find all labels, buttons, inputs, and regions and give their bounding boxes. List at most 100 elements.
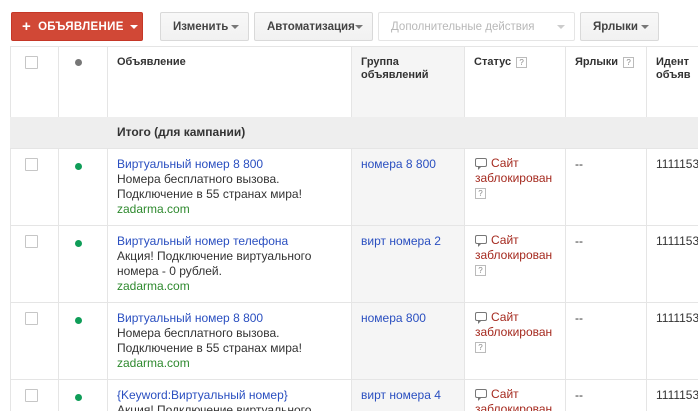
status-line1: Сайт (491, 387, 519, 401)
ad-cell: {Keyword:Виртуальный номер} Акция! Подкл… (117, 388, 357, 411)
enabled-status-dot-icon[interactable] (75, 240, 82, 247)
enabled-status-dot-icon[interactable] (75, 394, 82, 401)
header-labels[interactable]: Ярлыки ? (575, 56, 635, 69)
total-label: Итого (для кампании) (117, 125, 246, 139)
row-checkbox[interactable] (25, 312, 38, 325)
chevron-down-icon (129, 24, 138, 29)
column-status-dot (58, 47, 107, 411)
chevron-down-icon (231, 25, 239, 29)
ads-table: Объявление Группа объявлений Статус ? Яр… (10, 46, 698, 411)
comment-icon[interactable] (475, 158, 487, 170)
comment-icon[interactable] (475, 235, 487, 247)
column-ad-group (351, 47, 464, 411)
help-icon[interactable]: ? (475, 265, 486, 276)
row-checkbox[interactable] (25, 158, 38, 171)
labels-button[interactable]: Ярлыки (580, 12, 659, 41)
column-checkbox (10, 47, 58, 411)
row-divider (10, 379, 698, 380)
header-labels-label: Ярлыки (575, 56, 619, 68)
total-row (10, 117, 698, 149)
ad-description-line1: Акция! Подключение виртуального (117, 249, 312, 263)
status-line2: заблокирован (475, 325, 553, 339)
ad-display-url: zadarma.com (117, 202, 190, 216)
status-filter-dot-icon[interactable] (75, 59, 82, 66)
ad-group-link[interactable]: номера 8 800 (361, 157, 436, 171)
more-actions-label: Дополнительные действия (391, 20, 535, 33)
header-ad-group-line1: Группа (361, 56, 399, 68)
edit-label: Изменить (173, 20, 229, 33)
help-icon[interactable]: ? (623, 56, 635, 68)
more-actions-button[interactable]: Дополнительные действия (378, 12, 575, 41)
ad-display-url: zadarma.com (117, 279, 190, 293)
row-divider (10, 225, 698, 226)
ad-id: 1111153 (656, 388, 698, 402)
status-line1: Сайт (491, 233, 519, 247)
labels-value: -- (575, 234, 583, 248)
ad-description-line2: Подключение в 55 странах мира! (117, 341, 302, 355)
header-ad-group[interactable]: Группа объявлений (361, 56, 429, 82)
labels-value: -- (575, 157, 583, 171)
ad-group-link[interactable]: вирт номера 2 (361, 234, 441, 248)
ad-description-line1: Номера бесплатного вызова. (117, 172, 280, 186)
ad-title-link[interactable]: Виртуальный номер телефона (117, 234, 357, 249)
help-icon[interactable]: ? (516, 56, 528, 68)
status-line1: Сайт (491, 156, 519, 170)
status-cell: Сайт заблокирован ? (475, 233, 571, 276)
chevron-down-icon (641, 25, 649, 29)
enabled-status-dot-icon[interactable] (75, 163, 82, 170)
row-checkbox[interactable] (25, 235, 38, 248)
ad-description-line1: Номера бесплатного вызова. (117, 326, 280, 340)
ad-title-link[interactable]: {Keyword:Виртуальный номер} (117, 388, 357, 403)
header-ad-group-line2: объявлений (361, 69, 429, 81)
header-id-line2: объяв (656, 69, 691, 81)
ad-group-link[interactable]: вирт номера 4 (361, 388, 441, 402)
header-status-label: Статус (474, 56, 512, 68)
labels-label: Ярлыки (593, 20, 638, 33)
toolbar: + ОБЪЯВЛЕНИЕ Изменить Автоматизация Допо… (0, 0, 698, 46)
chevron-down-icon (557, 25, 565, 29)
header-status[interactable]: Статус ? (474, 56, 528, 69)
select-all-checkbox[interactable] (25, 56, 38, 69)
help-icon[interactable]: ? (475, 188, 486, 199)
ad-id: 1111153 (656, 234, 698, 248)
comment-icon[interactable] (475, 389, 487, 401)
help-icon[interactable]: ? (475, 342, 486, 353)
status-line2: заблокирован (475, 248, 553, 262)
automation-button[interactable]: Автоматизация (254, 12, 373, 41)
ad-description-line2: Подключение в 55 странах мира! (117, 187, 302, 201)
labels-value: -- (575, 311, 583, 325)
chevron-down-icon (355, 25, 363, 29)
ad-group-link[interactable]: номера 800 (361, 311, 426, 325)
ad-cell: Виртуальный номер 8 800 Номера бесплатно… (117, 157, 357, 217)
new-ad-label: ОБЪЯВЛЕНИЕ (38, 20, 124, 33)
edit-button[interactable]: Изменить (160, 12, 249, 41)
ad-cell: Виртуальный номер 8 800 Номера бесплатно… (117, 311, 357, 371)
new-ad-button[interactable]: + ОБЪЯВЛЕНИЕ (11, 12, 143, 41)
status-cell: Сайт заблокирован ? (475, 310, 571, 353)
status-cell: Сайт заблокирован ? (475, 156, 571, 199)
status-line2: заблокирован (475, 171, 553, 185)
labels-value: -- (575, 388, 583, 402)
status-line1: Сайт (491, 310, 519, 324)
header-id-line1: Идент (656, 56, 690, 68)
ad-id: 1111153 (656, 157, 698, 171)
header-ad[interactable]: Объявление (117, 56, 186, 69)
ad-title-link[interactable]: Виртуальный номер 8 800 (117, 311, 357, 326)
plus-icon: + (22, 18, 32, 35)
ad-cell: Виртуальный номер телефона Акция! Подклю… (117, 234, 357, 294)
status-line2: заблокирован (475, 402, 553, 411)
column-status (464, 47, 565, 411)
enabled-status-dot-icon[interactable] (75, 317, 82, 324)
status-cell: Сайт заблокирован (475, 387, 571, 411)
comment-icon[interactable] (475, 312, 487, 324)
ad-description-line1: Акция! Подключение виртуального (117, 403, 312, 411)
automation-label: Автоматизация (267, 20, 355, 33)
row-checkbox[interactable] (25, 389, 38, 402)
ad-title-link[interactable]: Виртуальный номер 8 800 (117, 157, 357, 172)
ad-display-url: zadarma.com (117, 356, 190, 370)
column-id (646, 47, 698, 411)
header-id[interactable]: Идент объяв (656, 56, 691, 82)
column-labels (565, 47, 646, 411)
ad-description-line2: номера - 0 рублей. (117, 264, 222, 278)
ad-id: 1111153 (656, 311, 698, 325)
